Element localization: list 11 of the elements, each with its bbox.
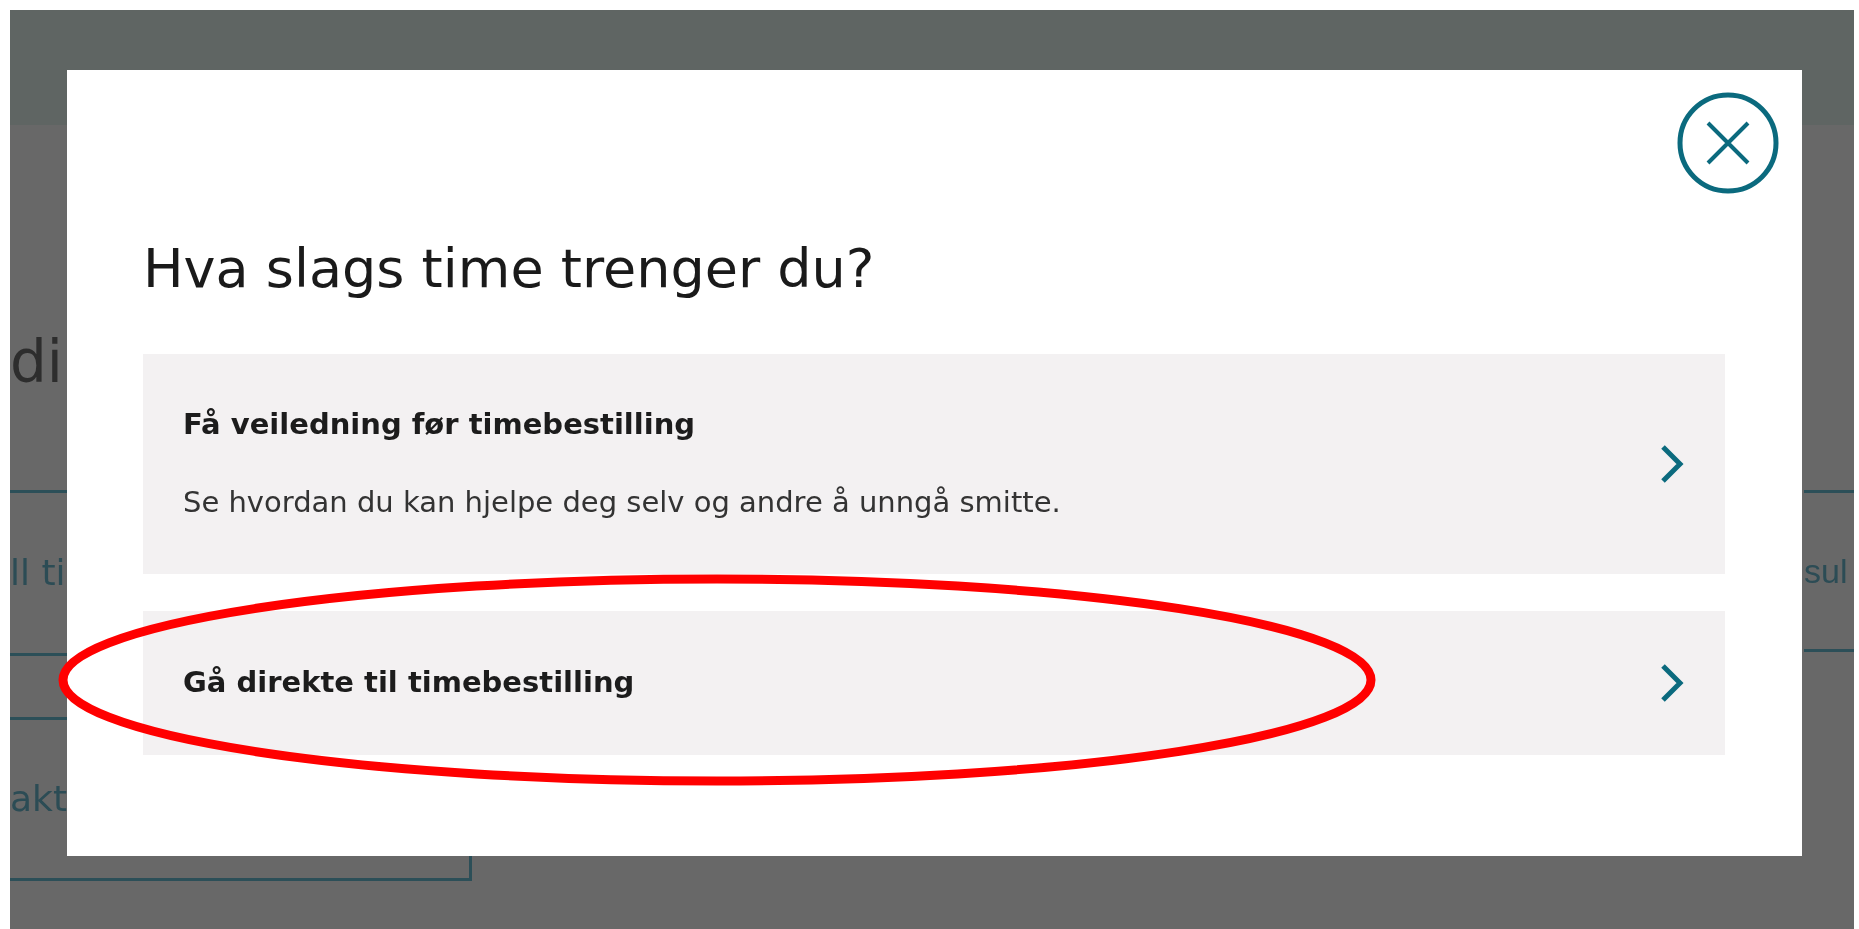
page-heading: di [10, 327, 63, 397]
option-title: Gå direkte til timebestilling [183, 664, 635, 702]
close-button[interactable] [1676, 91, 1780, 195]
option-description: Se hvordan du kan hjelpe deg selv og andre å unngå smitte. [183, 483, 1061, 521]
option-link[interactable]: Få veiledning før timebestilling Se hvordan du kan hjelpe deg selv og andre å unngå smitte. [143, 353, 1725, 574]
dialog-title: Hva slags time trenger du? [143, 237, 876, 302]
close-icon [1676, 91, 1780, 195]
option-link[interactable]: Gå direkte til timebestilling [143, 610, 1725, 755]
chevron-right-icon [1659, 661, 1685, 704]
chevron-right-icon [1659, 442, 1685, 485]
option-title: Få veiledning før timebestilling [183, 406, 697, 444]
